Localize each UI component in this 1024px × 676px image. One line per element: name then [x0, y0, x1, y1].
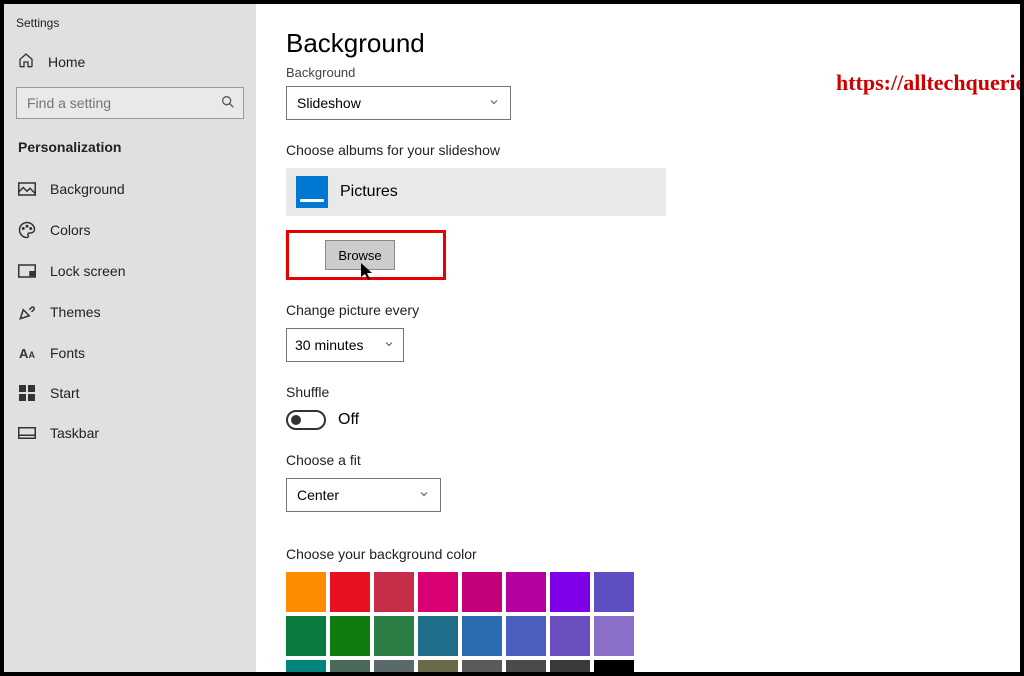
album-name: Pictures — [340, 183, 398, 201]
settings-window: Settings Home Personalization Background — [0, 0, 1024, 676]
color-swatch[interactable] — [594, 572, 634, 612]
search-input[interactable] — [16, 87, 244, 119]
home-icon — [18, 52, 34, 71]
color-swatch[interactable] — [374, 660, 414, 672]
shuffle-label: Shuffle — [286, 384, 990, 400]
fonts-icon: AA — [18, 346, 36, 361]
nav-themes[interactable]: Themes — [4, 291, 256, 333]
nav-start[interactable]: Start — [4, 373, 256, 413]
background-select[interactable]: Slideshow — [286, 86, 511, 120]
nav-colors[interactable]: Colors — [4, 209, 256, 251]
browse-highlight-box: Browse — [286, 230, 446, 280]
nav-lockscreen[interactable]: Lock screen — [4, 251, 256, 291]
color-swatch[interactable] — [462, 660, 502, 672]
palette-icon — [18, 221, 36, 239]
fit-label: Choose a fit — [286, 452, 990, 468]
color-swatch[interactable] — [506, 572, 546, 612]
home-label: Home — [48, 54, 85, 70]
themes-icon — [18, 303, 36, 321]
main-content: Background https://alltechqueries.com/ B… — [256, 4, 1020, 672]
fit-value: Center — [297, 487, 339, 503]
start-icon — [18, 385, 36, 401]
color-swatch[interactable] — [374, 616, 414, 656]
chevron-down-icon — [383, 337, 395, 353]
color-swatch[interactable] — [506, 616, 546, 656]
change-picture-select[interactable]: 30 minutes — [286, 328, 404, 362]
shuffle-value: Off — [338, 411, 359, 429]
chevron-down-icon — [418, 487, 430, 503]
nav-label: Colors — [50, 222, 90, 238]
color-swatch[interactable] — [594, 616, 634, 656]
taskbar-icon — [18, 427, 36, 439]
nav-label: Themes — [50, 304, 101, 320]
color-swatch[interactable] — [286, 616, 326, 656]
color-swatch[interactable] — [418, 572, 458, 612]
color-swatch[interactable] — [330, 660, 370, 672]
page-title: Background — [286, 28, 990, 59]
color-swatch[interactable] — [374, 572, 414, 612]
browse-label: Browse — [338, 248, 381, 263]
background-value: Slideshow — [297, 95, 361, 111]
shuffle-toggle[interactable] — [286, 410, 326, 430]
color-swatch[interactable] — [550, 660, 590, 672]
home-nav[interactable]: Home — [4, 42, 256, 81]
section-title: Personalization — [4, 133, 256, 169]
change-picture-label: Change picture every — [286, 302, 990, 318]
album-item[interactable]: Pictures — [286, 168, 666, 216]
color-swatch[interactable] — [462, 572, 502, 612]
color-swatch[interactable] — [330, 616, 370, 656]
folder-icon — [296, 176, 328, 208]
nav-fonts[interactable]: AA Fonts — [4, 333, 256, 373]
albums-label: Choose albums for your slideshow — [286, 142, 990, 158]
search-container — [16, 87, 244, 119]
nav-label: Fonts — [50, 345, 85, 361]
color-swatch[interactable] — [330, 572, 370, 612]
nav-label: Taskbar — [50, 425, 99, 441]
chevron-down-icon — [488, 95, 500, 111]
lockscreen-icon — [18, 264, 36, 278]
watermark-url: https://alltechqueries.com/ — [836, 70, 1020, 96]
color-swatch[interactable] — [550, 616, 590, 656]
nav-background[interactable]: Background — [4, 169, 256, 209]
color-swatch[interactable] — [418, 660, 458, 672]
change-picture-value: 30 minutes — [295, 337, 363, 353]
color-swatch[interactable] — [418, 616, 458, 656]
bgcolor-label: Choose your background color — [286, 546, 990, 562]
nav-label: Background — [50, 181, 125, 197]
sidebar: Settings Home Personalization Background — [4, 4, 256, 672]
nav-label: Start — [50, 385, 80, 401]
color-swatch[interactable] — [286, 572, 326, 612]
picture-icon — [18, 182, 36, 196]
color-swatch[interactable] — [594, 660, 634, 672]
nav-label: Lock screen — [50, 263, 125, 279]
browse-button[interactable]: Browse — [325, 240, 395, 270]
color-swatch[interactable] — [462, 616, 502, 656]
fit-select[interactable]: Center — [286, 478, 441, 512]
color-swatch[interactable] — [506, 660, 546, 672]
nav-taskbar[interactable]: Taskbar — [4, 413, 256, 453]
shuffle-toggle-row: Off — [286, 410, 990, 430]
color-swatch[interactable] — [286, 660, 326, 672]
cursor-icon — [361, 263, 375, 286]
color-swatch[interactable] — [550, 572, 590, 612]
color-grid — [286, 572, 990, 672]
search-icon — [220, 94, 236, 115]
app-title: Settings — [4, 12, 256, 42]
